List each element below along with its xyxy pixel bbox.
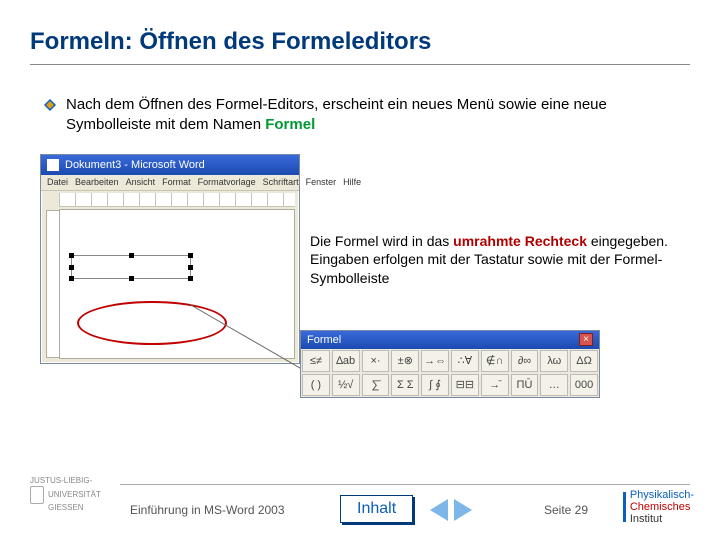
formel-tool-button: ≤≠ xyxy=(302,350,330,372)
word-menu-item: Formatvorlage xyxy=(198,177,256,187)
inst-line3: Institut xyxy=(630,513,694,525)
uni-line2: UNIVERSITÄT xyxy=(48,490,101,499)
inst-line1: Physikalisch- xyxy=(630,489,694,501)
formel-tool-button: 000 xyxy=(570,374,598,396)
formel-tool-button: … xyxy=(540,374,568,396)
word-menu-item: Format xyxy=(162,177,191,187)
word-menu-item: Ansicht xyxy=(126,177,156,187)
word-menu-item: Hilfe xyxy=(343,177,361,187)
diamond-bullet-icon xyxy=(44,99,56,111)
word-menubar: Datei Bearbeiten Ansicht Format Formatvo… xyxy=(41,175,299,191)
institute-bar-icon xyxy=(623,492,626,522)
word-menu-item: Bearbeiten xyxy=(75,177,119,187)
word-menu-item: Fenster xyxy=(306,177,337,187)
slide-footer: JUSTUS-LIEBIG- UNIVERSITÄT GIESSEN Einfü… xyxy=(0,484,720,540)
institute-logo: Physikalisch- Chemisches Institut xyxy=(623,489,694,525)
university-logo: JUSTUS-LIEBIG- UNIVERSITÄT GIESSEN xyxy=(30,477,101,513)
formel-tool-button: ×· xyxy=(362,350,390,372)
word-title-text: Dokument3 - Microsoft Word xyxy=(65,159,205,171)
formel-toolbar-row: ≤≠ ∆ab ×· ±⊗ →⇔ ∴∀ ∉∩ ∂∞ λω ΔΩ xyxy=(301,349,599,373)
callout-pre: Die Formel wird in das xyxy=(310,233,453,249)
formel-tool-button: ∆ab xyxy=(332,350,360,372)
illustration-area: Dokument3 - Microsoft Word Datei Bearbei… xyxy=(30,154,690,414)
formel-tool-button: Σ Σ xyxy=(391,374,419,396)
formel-toolbar-titlebar: Formel × xyxy=(301,331,599,349)
word-menu-item: Datei xyxy=(47,177,68,187)
formel-tool-button: ( ) xyxy=(302,374,330,396)
formel-tool-button: ⊟⊟ xyxy=(451,374,479,396)
formel-tool-button: →⇔ xyxy=(421,350,449,372)
bullet-pre: Nach dem Öffnen des Formel-Editors, ersc… xyxy=(66,96,607,133)
word-ruler xyxy=(59,193,295,207)
formel-tool-button: λω xyxy=(540,350,568,372)
callout-highlight: umrahmte Rechteck xyxy=(453,233,587,249)
formel-tool-button: ∫ ∮ xyxy=(421,374,449,396)
crest-icon xyxy=(30,486,44,504)
formel-tool-button: ±⊗ xyxy=(391,350,419,372)
highlight-oval xyxy=(77,301,227,345)
uni-line3: GIESSEN xyxy=(48,503,84,512)
formel-tool-button: ∴∀ xyxy=(451,350,479,372)
bullet-highlight: Formel xyxy=(265,116,315,133)
prev-slide-button[interactable] xyxy=(430,499,448,521)
callout-text: Die Formel wird in das umrahmte Rechteck… xyxy=(310,232,670,289)
slide-title: Formeln: Öffnen des Formeleditors xyxy=(30,28,690,56)
word-menu-item: Schriftart xyxy=(263,177,299,187)
word-window-screenshot: Dokument3 - Microsoft Word Datei Bearbei… xyxy=(40,154,300,364)
uni-line1: JUSTUS-LIEBIG- xyxy=(30,476,92,485)
formel-tool-button: ∑̄ xyxy=(362,374,390,396)
equation-input-box xyxy=(71,255,191,279)
formel-toolbar-title: Formel xyxy=(307,334,341,346)
bullet-item: Nach dem Öffnen des Formel-Editors, ersc… xyxy=(44,95,660,136)
inst-line2: Chemisches xyxy=(630,501,694,513)
footer-left-text: Einführung in MS-Word 2003 xyxy=(130,503,285,517)
close-icon: × xyxy=(579,333,593,346)
word-doc-icon xyxy=(47,159,59,171)
formel-toolbar-row: ( ) ½√ ∑̄ Σ Σ ∫ ∮ ⊟⊟ →̄ ΠŪ … 000 xyxy=(301,373,599,397)
footer-rule xyxy=(120,484,690,485)
formel-toolbar-screenshot: Formel × ≤≠ ∆ab ×· ±⊗ →⇔ ∴∀ ∉∩ ∂∞ λω ΔΩ … xyxy=(300,330,600,398)
formel-tool-button: →̄ xyxy=(481,374,509,396)
formel-tool-button: ∉∩ xyxy=(481,350,509,372)
title-rule xyxy=(30,64,690,65)
word-titlebar: Dokument3 - Microsoft Word xyxy=(41,155,299,175)
contents-button[interactable]: Inhalt xyxy=(340,495,413,523)
formel-tool-button: ΔΩ xyxy=(570,350,598,372)
page-number: Seite 29 xyxy=(544,503,588,517)
bullet-text: Nach dem Öffnen des Formel-Editors, ersc… xyxy=(66,95,660,136)
formel-tool-button: ½√ xyxy=(332,374,360,396)
formel-tool-button: ΠŪ xyxy=(511,374,539,396)
nav-arrows xyxy=(430,499,472,521)
next-slide-button[interactable] xyxy=(454,499,472,521)
formel-tool-button: ∂∞ xyxy=(511,350,539,372)
